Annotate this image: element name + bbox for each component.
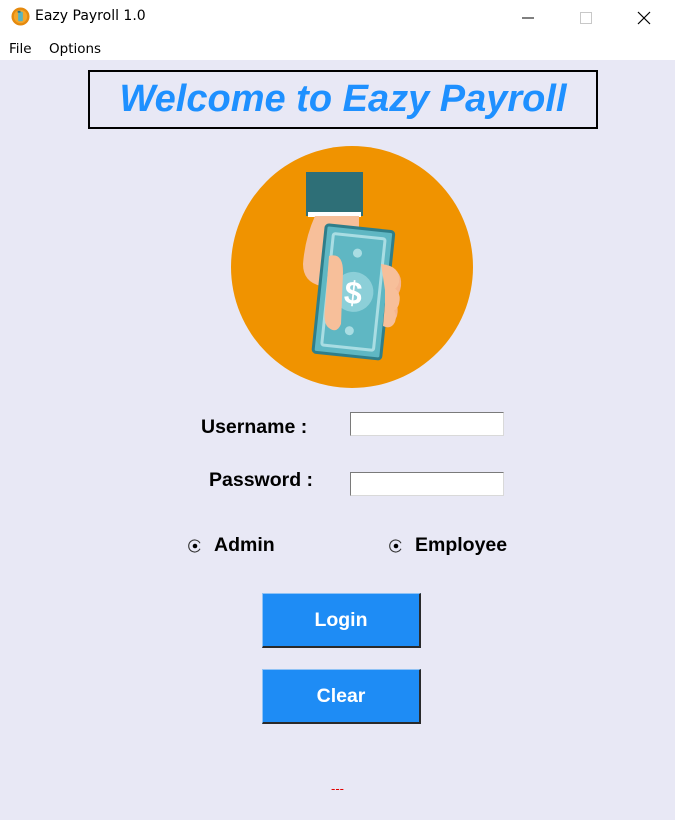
menu-options[interactable]: Options xyxy=(49,41,101,57)
clear-button[interactable]: Clear xyxy=(262,669,421,724)
welcome-title: Welcome to Eazy Payroll xyxy=(119,78,567,120)
password-label: Password : xyxy=(209,469,314,491)
admin-label: Admin xyxy=(214,534,275,556)
hand-holding-money-icon: $ xyxy=(231,146,473,388)
menu-bar: File Options xyxy=(0,36,675,60)
welcome-banner: Welcome to Eazy Payroll xyxy=(88,70,598,129)
maximize-icon xyxy=(580,12,592,24)
password-input[interactable] xyxy=(350,472,504,496)
username-input[interactable] xyxy=(350,412,504,436)
employee-label: Employee xyxy=(415,534,508,556)
admin-radio[interactable]: Admin xyxy=(188,534,275,557)
radio-icon xyxy=(188,538,201,553)
title-bar: Eazy Payroll 1.0 xyxy=(0,0,675,36)
minimize-icon xyxy=(522,17,534,19)
login-panel: Welcome to Eazy Payroll $ Username : Pas… xyxy=(0,60,675,820)
close-button[interactable] xyxy=(615,0,673,36)
status-message: --- xyxy=(331,781,344,796)
employee-radio[interactable]: Employee xyxy=(389,534,507,557)
coin-icon xyxy=(11,7,30,26)
minimize-button[interactable] xyxy=(499,0,557,36)
login-button[interactable]: Login xyxy=(262,593,421,648)
close-icon xyxy=(637,11,651,25)
maximize-button[interactable] xyxy=(557,0,615,36)
radio-icon xyxy=(389,538,402,553)
username-label: Username : xyxy=(201,416,308,438)
window-title: Eazy Payroll 1.0 xyxy=(35,8,146,24)
menu-file[interactable]: File xyxy=(9,41,32,57)
